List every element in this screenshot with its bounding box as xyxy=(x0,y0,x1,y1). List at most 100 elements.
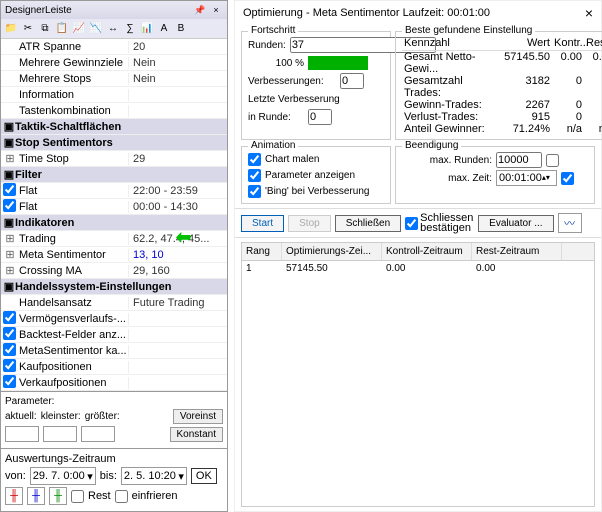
result-grid[interactable]: RangOptimierungs-Zei...Kontroll-Zeitraum… xyxy=(241,242,595,507)
expand-icon[interactable]: ⊞ xyxy=(3,248,17,261)
chart2-icon[interactable]: 📉 xyxy=(88,21,104,37)
chevron-down-icon[interactable]: ▾ xyxy=(178,470,184,483)
beste-group: Beste gefundene Einstellung KennzahlWert… xyxy=(395,31,602,140)
param-groesster-input[interactable] xyxy=(81,426,115,442)
collapse-icon[interactable]: ▣ xyxy=(3,280,15,293)
property-row[interactable]: Flat00:00 - 14:30 xyxy=(1,199,227,215)
property-tree[interactable]: ATR Spanne20Mehrere GewinnzieleNeinMehre… xyxy=(1,39,227,391)
property-row[interactable]: ⊞Trading62.2, 47.4, 45... xyxy=(1,231,227,247)
maxrunden-checkbox[interactable] xyxy=(546,154,559,167)
col-header: Wert xyxy=(502,36,552,50)
property-row[interactable]: ⊞Crossing MA29, 160 xyxy=(1,263,227,279)
range2-icon[interactable]: ╫ xyxy=(27,487,45,505)
grid-header[interactable]: Optimierungs-Zei... xyxy=(282,243,382,260)
inrunde-input[interactable] xyxy=(308,109,332,125)
date-from[interactable]: 29. 7. 0:00▾ xyxy=(30,467,96,485)
stop-button[interactable]: Stop xyxy=(288,215,331,232)
chart3-icon[interactable]: 📊 xyxy=(139,21,155,37)
section-header[interactable]: ▣Indikatoren xyxy=(1,215,227,231)
paste-icon[interactable]: 📋 xyxy=(54,21,70,37)
expand-icon[interactable]: ⊞ xyxy=(3,264,17,277)
property-row[interactable]: MetaSentimentor ka... xyxy=(1,343,227,359)
evaluator-icon[interactable]: 〰 xyxy=(558,213,582,233)
verb-input[interactable] xyxy=(340,73,364,89)
maxzeit-checkbox[interactable] xyxy=(561,172,574,185)
property-row[interactable]: Flat22:00 - 23:59 xyxy=(1,183,227,199)
sigma-icon[interactable]: ∑ xyxy=(122,21,138,37)
property-row[interactable]: Kaufpositionen xyxy=(1,359,227,375)
voreinst-button[interactable]: Voreinst xyxy=(173,409,223,424)
row-checkbox[interactable] xyxy=(3,199,16,212)
chart-malen-checkbox[interactable] xyxy=(248,153,261,166)
folder-icon[interactable]: 📁 xyxy=(3,21,19,37)
range1-icon[interactable]: ╫ xyxy=(5,487,23,505)
grid-header[interactable]: Rang xyxy=(242,243,282,260)
inrunde-label: in Runde: xyxy=(248,112,304,123)
row-checkbox[interactable] xyxy=(3,375,16,388)
row-checkbox[interactable] xyxy=(3,327,16,340)
row-checkbox[interactable] xyxy=(3,359,16,372)
property-row[interactable]: Mehrere StopsNein xyxy=(1,71,227,87)
rest-checkbox[interactable] xyxy=(71,490,84,503)
bing-checkbox[interactable] xyxy=(248,185,261,198)
konstant-button[interactable]: Konstant xyxy=(170,427,223,442)
rest-label: Rest xyxy=(88,490,111,502)
pin-icon[interactable]: 📌 xyxy=(193,4,207,16)
chart-icon[interactable]: 📈 xyxy=(71,21,87,37)
collapse-icon[interactable]: ▣ xyxy=(3,136,15,149)
beendigung-group: Beendigung max. Runden: max. Zeit:00:01:… xyxy=(395,146,595,204)
dialog-close-icon[interactable]: × xyxy=(585,5,593,21)
start-button[interactable]: Start xyxy=(241,215,284,232)
b-icon[interactable]: B xyxy=(173,21,189,37)
a-icon[interactable]: A xyxy=(156,21,172,37)
date-to[interactable]: 2. 5. 10:20▾ xyxy=(121,467,187,485)
maxzeit-input[interactable]: 00:01:00▴▾ xyxy=(496,170,557,186)
grid-header[interactable]: Rest-Zeitraum xyxy=(472,243,562,260)
section-header[interactable]: ▣Handelssystem-Einstellungen xyxy=(1,279,227,295)
spinner-icon[interactable]: ▴▾ xyxy=(542,176,554,180)
property-row[interactable]: HandelsansatzFuture Trading xyxy=(1,295,227,311)
evaluator-button[interactable]: Evaluator ... xyxy=(478,215,553,232)
einfrieren-checkbox[interactable] xyxy=(115,490,128,503)
param-aktuell-input[interactable] xyxy=(5,426,39,442)
eval-box: Auswertungs-Zeitraum von: 29. 7. 0:00▾ b… xyxy=(1,448,227,511)
expand-icon[interactable]: ⊞ xyxy=(3,232,17,245)
collapse-icon[interactable]: ▣ xyxy=(3,120,15,133)
cut-icon[interactable]: ✂ xyxy=(20,21,36,37)
row-value: 00:00 - 14:30 xyxy=(129,201,227,213)
maxrunden-input[interactable] xyxy=(496,152,542,168)
grid-header[interactable]: Kontroll-Zeitraum xyxy=(382,243,472,260)
property-row[interactable]: ⊞Time Stop29 xyxy=(1,151,227,167)
property-row[interactable]: ATR Spanne20 xyxy=(1,39,227,55)
expand-icon[interactable]: ⊞ xyxy=(3,152,17,165)
collapse-icon[interactable]: ▣ xyxy=(3,216,15,229)
property-row[interactable]: Verkaufpositionen xyxy=(1,375,227,391)
close-button[interactable]: Schließen xyxy=(335,215,401,232)
range3-icon[interactable]: ╫ xyxy=(49,487,67,505)
property-row[interactable]: Vermögensverlaufs-... xyxy=(1,311,227,327)
section-header[interactable]: ▣Stop Sentimentors xyxy=(1,135,227,151)
row-checkbox[interactable] xyxy=(3,183,16,196)
param-kleinster-input[interactable] xyxy=(43,426,77,442)
section-header[interactable]: ▣Filter xyxy=(1,167,227,183)
copy-icon[interactable]: ⧉ xyxy=(37,21,53,37)
property-row[interactable]: Tastenkombination xyxy=(1,103,227,119)
param-anzeigen-checkbox[interactable] xyxy=(248,169,261,182)
property-row[interactable]: Backtest-Felder anz... xyxy=(1,327,227,343)
row-checkbox[interactable] xyxy=(3,311,16,324)
row-checkbox[interactable] xyxy=(3,343,16,356)
property-row[interactable]: Mehrere GewinnzieleNein xyxy=(1,55,227,71)
header-label: Stop Sentimentors xyxy=(15,137,113,149)
ok-button[interactable]: OK xyxy=(191,468,217,484)
section-header[interactable]: ▣Taktik-Schaltflächen xyxy=(1,119,227,135)
close-icon[interactable]: × xyxy=(209,4,223,16)
chevron-down-icon[interactable]: ▾ xyxy=(87,470,93,483)
collapse-icon[interactable]: ▣ xyxy=(3,168,15,181)
property-row[interactable]: Information xyxy=(1,87,227,103)
anim-legend: Animation xyxy=(248,140,298,151)
schliessen-checkbox[interactable] xyxy=(405,217,418,230)
property-row[interactable]: ⊞Meta Sentimentor13, 10 xyxy=(1,247,227,263)
swap-icon[interactable]: ↔ xyxy=(105,21,121,37)
animation-group: Animation Chart malen Parameter anzeigen… xyxy=(241,146,391,204)
grid-row[interactable]: 157145.500.000.00 xyxy=(242,261,594,276)
